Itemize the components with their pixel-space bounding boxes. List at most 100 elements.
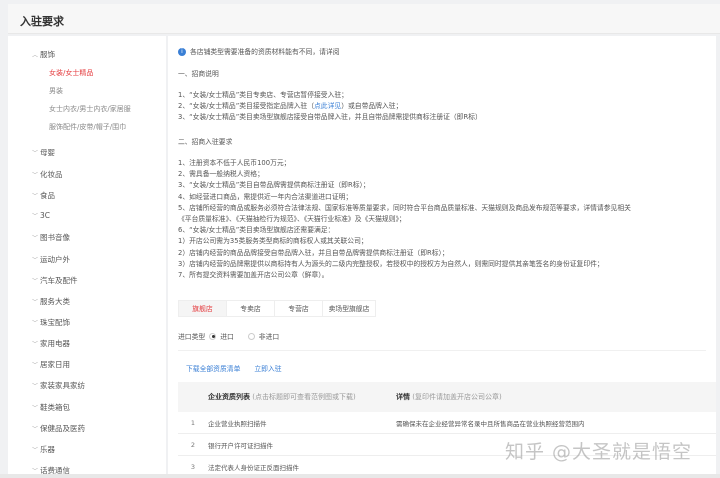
sidebar-item-label: 鞋类箱包: [40, 403, 70, 412]
sidebar-item-label: 家用电器: [40, 339, 70, 348]
requirement-line: 5、店铺所经营的商品或服务必须符合法律法规、国家标准等质量要求，同时符合平台商品…: [178, 203, 631, 212]
sidebar-item-label: 运动户外: [40, 255, 70, 264]
sidebar-item-category[interactable]: ﹀ 家用电器: [32, 338, 70, 349]
row-number: 1: [190, 418, 196, 427]
chevron-down-icon: ﹀: [32, 235, 39, 242]
tab-exclusive[interactable]: 专卖店: [227, 301, 275, 316]
tab-specialty[interactable]: 专营店: [275, 301, 323, 316]
chevron-down-icon: ﹀: [32, 426, 39, 433]
chevron-down-icon: ﹀: [32, 150, 39, 157]
rule-line: 2、“女装/女士精品”类目接受指定品牌入驻（点此详见）或自带品牌入驻；: [178, 101, 402, 111]
sidebar-item-category[interactable]: ﹀ 家装家具家纺: [32, 380, 85, 391]
download-list-link[interactable]: 下载全部资质清单: [186, 363, 240, 373]
sidebar-subitem-womens[interactable]: 女装/女士精品: [49, 68, 93, 78]
page-header: 入驻要求: [8, 4, 720, 34]
sidebar-item-category[interactable]: ﹀ 服务大类: [32, 296, 70, 307]
sidebar-item-label: 母婴: [40, 148, 55, 157]
sidebar-item-category[interactable]: ﹀ 食品: [32, 190, 55, 201]
requirement-line: 4、如经营进口商品，需提供近一年内合法渠道进口证明；: [178, 192, 353, 201]
rule-line: 3、“女装/女士精品”类目卖场型旗舰店接受自带品牌入驻，并且自带品牌需提供商标注…: [178, 113, 482, 121]
notice-text: 各店铺类型需要准备的资质材料能有不同，请详阅: [190, 48, 340, 56]
chevron-down-icon: ﹀: [32, 320, 39, 327]
sidebar-item-category[interactable]: ﹀ 居家日用: [32, 359, 70, 370]
import-type-label: 进口类型: [178, 333, 206, 341]
requirement-line: 1、注册资本不低于人民币100万元；: [178, 159, 291, 167]
section-title: 二、招商入驻要求: [178, 138, 233, 146]
column-note: (点击标题即可查看范例图或下载): [252, 393, 356, 401]
chevron-down-icon: ﹀: [32, 257, 39, 264]
sidebar-item-category[interactable]: ﹀ 母婴: [32, 147, 55, 158]
bottom-bar: [0, 474, 720, 478]
chevron-down-icon: ﹀: [32, 341, 39, 348]
sidebar-subitem-accessories[interactable]: 服饰配件/皮带/帽子/围巾: [49, 122, 126, 132]
row-number: 2: [190, 440, 196, 449]
qualification-name[interactable]: 银行开户许可证扫描件: [208, 440, 396, 450]
requirement-line: 3）店铺内经营的品牌需提供以商标持有人为源头的二级内完整授权，若授权中的授权方为…: [178, 259, 604, 268]
sidebar-item-label: 3C: [40, 211, 51, 220]
rule-line: 1、“女装/女士精品”类目专卖店、专营店暂停接受入驻；: [178, 91, 348, 99]
sidebar-subitem-mens[interactable]: 男装: [49, 86, 63, 96]
page-title: 入驻要求: [20, 15, 64, 28]
chevron-down-icon: ﹀: [32, 172, 39, 179]
requirement-line: 《平台质量标准》、《天猫抽检行为规范》、《天猫行业标准》及《天猫规则》；: [178, 215, 406, 223]
chevron-down-icon: ﹀: [32, 278, 39, 285]
notice: i 各店铺类型需要准备的资质材料能有不同，请详阅: [178, 47, 340, 57]
sidebar-item-category[interactable]: ﹀ 珠宝配饰: [32, 317, 70, 328]
sidebar-item-label: 服饰: [40, 50, 55, 59]
sidebar-item-category[interactable]: ﹀ 乐器: [32, 444, 55, 455]
sidebar-item-label: 保健品及医药: [40, 424, 85, 433]
watermark: 知乎 @大圣就是悟空: [505, 441, 693, 463]
chevron-down-icon: ﹀: [32, 193, 39, 200]
sidebar-item-label: 图书音像: [40, 233, 70, 242]
tab-mall-flagship[interactable]: 卖场型旗舰店: [323, 301, 375, 316]
sidebar-item-category[interactable]: ﹀ 3C: [32, 211, 50, 220]
sidebar-item-category[interactable]: ﹀ 化妆品: [32, 169, 63, 180]
tab-flagship[interactable]: 旗舰店: [179, 301, 227, 316]
category-sidebar: ︿ 服饰 女装/女士精品 男装 女士内衣/男士内衣/家居服 服饰配件/皮带/帽子/…: [8, 36, 166, 478]
sidebar-item-label: 珠宝配饰: [40, 318, 70, 327]
qualification-detail: 需确保未在企业经营异常名录中且所售商品在营业执照经营范围内: [396, 419, 585, 428]
rule-text: 2、“女装/女士精品”类目接受指定品牌入驻（: [178, 102, 315, 110]
radio-non-import[interactable]: [247, 332, 255, 340]
chevron-down-icon: ﹀: [32, 362, 39, 369]
sidebar-item-category[interactable]: ﹀ 鞋类箱包: [32, 402, 70, 413]
sidebar-item-clothing[interactable]: ︿ 服饰: [32, 49, 55, 60]
sidebar-item-category[interactable]: ﹀ 图书音像: [32, 232, 70, 243]
radio-label: 进口: [220, 333, 234, 341]
requirement-line: 7、所有提交资料需要加盖开店公司公章（鲜章）。: [178, 271, 329, 279]
sidebar-item-category[interactable]: ﹀ 运动户外: [32, 254, 70, 265]
sidebar-item-label: 乐器: [40, 445, 55, 454]
chevron-down-icon: ﹀: [32, 383, 39, 390]
radio-label: 非进口: [258, 333, 280, 341]
sidebar-item-label: 家装家具家纺: [40, 381, 85, 390]
sidebar-item-category[interactable]: ﹀ 汽车及配件: [32, 275, 78, 286]
requirement-line: 1）开店公司需为35类服务类型商标的商标权人或其关联公司；: [178, 237, 368, 246]
apply-now-link[interactable]: 立即入驻: [254, 363, 281, 373]
chevron-down-icon: ﹀: [32, 405, 39, 412]
sidebar-item-label: 化妆品: [40, 170, 63, 179]
store-type-tabs: 旗舰店 专卖店 专营店 卖场型旗舰店: [178, 300, 376, 317]
info-icon: i: [178, 48, 186, 56]
column-header: 详情: [396, 393, 410, 401]
requirement-line: 3、“女装/女士精品”类目自带品牌需提供商标注册证（即R标）；: [178, 181, 370, 190]
sidebar-subitem-underwear[interactable]: 女士内衣/男士内衣/家居服: [49, 104, 131, 114]
requirement-line: 2）店铺内经营的商品品牌接受自带品牌入驻，并且自带品牌需提供商标注册证（即R标）…: [178, 248, 449, 257]
row-number: 3: [190, 462, 196, 471]
sidebar-item-label: 汽车及配件: [40, 276, 78, 285]
sidebar-item-category[interactable]: ﹀ 保健品及医药: [32, 423, 85, 434]
chevron-down-icon: ﹀: [32, 299, 39, 306]
chevron-down-icon: ﹀: [32, 213, 39, 220]
qualification-name[interactable]: 法定代表人身份证正反面扫描件: [208, 462, 396, 472]
chevron-up-icon: ︿: [32, 52, 39, 59]
radio-import[interactable]: [209, 332, 217, 340]
requirement-line: 2、需具备一般纳税人资格；: [178, 170, 264, 179]
table-row: 1 企业营业执照扫描件 需确保未在企业经营异常名录中且所售商品在营业执照经营范围内: [178, 412, 716, 434]
qualification-name[interactable]: 企业营业执照扫描件: [208, 418, 396, 428]
details-link[interactable]: 点此详见: [314, 102, 341, 110]
requirement-line: 6、“女装/女士精品”类目卖场型旗舰店还需要满足：: [178, 226, 335, 235]
sidebar-item-label: 服务大类: [40, 297, 70, 306]
column-header: 企业资质列表: [208, 393, 250, 401]
section-title: 一、招商说明: [178, 70, 219, 78]
divider: [178, 350, 706, 351]
rule-text: ）或自带品牌入驻；: [341, 102, 403, 110]
